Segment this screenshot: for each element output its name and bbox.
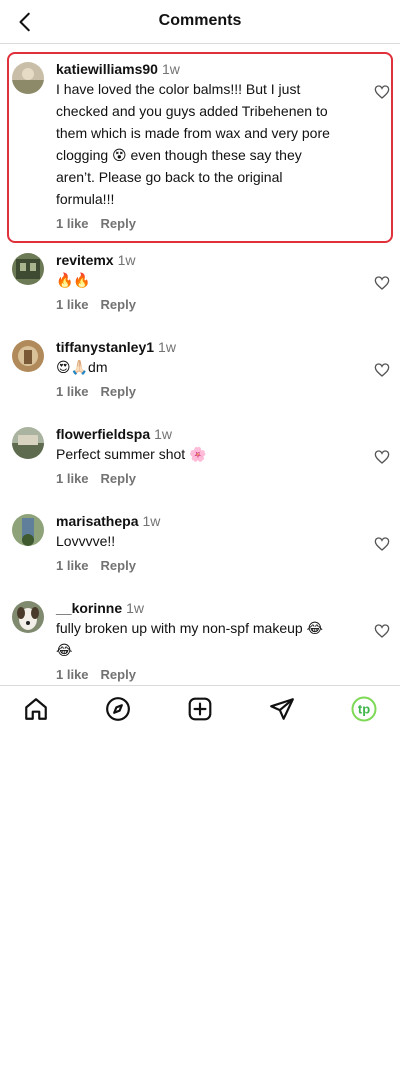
heart-icon[interactable] bbox=[374, 449, 390, 465]
comment-time: 1w bbox=[126, 600, 145, 616]
reply-button[interactable]: Reply bbox=[101, 558, 136, 573]
avatar[interactable] bbox=[12, 340, 44, 372]
comment-text: Lovvvve!! bbox=[56, 533, 116, 549]
comment-username[interactable]: marisathepa bbox=[56, 513, 138, 529]
comment-item: flowerfieldspa 1w Perfect summer shot 🌸 1… bbox=[0, 419, 400, 496]
like-count[interactable]: 1 like bbox=[56, 297, 89, 312]
comment-time: 1w bbox=[117, 252, 136, 268]
heart-icon[interactable] bbox=[374, 536, 390, 552]
comment-text: 😍🙏🏻dm bbox=[56, 359, 108, 375]
comment-item: revitemx 1w 🔥🔥 1 like Reply bbox=[0, 245, 400, 322]
comment-username[interactable]: revitemx bbox=[56, 252, 114, 268]
comment-username[interactable]: flowerfieldspa bbox=[56, 426, 150, 442]
comment-time: 1w bbox=[161, 61, 180, 77]
comment-time: 1w bbox=[158, 339, 176, 355]
bottom-nav: tp bbox=[0, 685, 400, 731]
heart-icon[interactable] bbox=[374, 362, 390, 378]
page-title: Comments bbox=[158, 12, 242, 29]
reply-button[interactable]: Reply bbox=[101, 384, 136, 399]
header: Comments bbox=[0, 0, 400, 44]
comment-time: 1w bbox=[154, 426, 173, 442]
comment-item: katiewilliams90 1w I have loved the color… bbox=[7, 52, 393, 243]
avatar[interactable] bbox=[12, 514, 44, 546]
messages-icon bbox=[270, 698, 294, 720]
reply-button[interactable]: Reply bbox=[101, 471, 136, 486]
comment-item: marisathepa 1w Lovvvve!! 1 like Reply bbox=[0, 506, 400, 583]
heart-icon[interactable] bbox=[374, 275, 390, 291]
svg-text:tp: tp bbox=[358, 702, 370, 717]
reply-button[interactable]: Reply bbox=[101, 216, 136, 231]
avatar[interactable] bbox=[12, 427, 44, 459]
nav-explore[interactable] bbox=[105, 696, 131, 722]
comment-time: 1w bbox=[142, 513, 161, 529]
nav-create[interactable] bbox=[187, 696, 213, 722]
comment-username[interactable]: katiewilliams90 bbox=[56, 61, 158, 77]
like-count[interactable]: 1 like bbox=[56, 558, 89, 573]
comment-text: 🔥🔥 bbox=[56, 272, 91, 288]
reply-button[interactable]: Reply bbox=[101, 297, 136, 312]
comment-username[interactable]: tiffanystanley1 bbox=[56, 339, 154, 355]
avatar[interactable] bbox=[12, 62, 44, 94]
comment-list: katiewilliams90 1w I have loved the color… bbox=[0, 52, 400, 692]
comment-username[interactable]: __korinne bbox=[56, 600, 122, 616]
like-count[interactable]: 1 like bbox=[56, 667, 89, 682]
explore-icon bbox=[106, 697, 130, 721]
reply-button[interactable]: Reply bbox=[101, 667, 136, 682]
avatar[interactable] bbox=[12, 253, 44, 285]
nav-messages[interactable] bbox=[269, 696, 295, 722]
avatar[interactable] bbox=[12, 601, 44, 633]
comment-text: Perfect summer shot 🌸 bbox=[56, 446, 207, 462]
profile-icon: tp bbox=[351, 696, 377, 722]
like-count[interactable]: 1 like bbox=[56, 384, 89, 399]
nav-home[interactable] bbox=[23, 696, 49, 722]
home-icon bbox=[25, 698, 47, 720]
comment-item: tiffanystanley1 1w 😍🙏🏻dm 1 like Reply bbox=[0, 332, 400, 409]
nav-profile[interactable]: tp bbox=[351, 696, 377, 722]
create-icon bbox=[188, 697, 212, 721]
heart-icon[interactable] bbox=[374, 623, 390, 639]
heart-icon[interactable] bbox=[374, 84, 390, 100]
comment-item: __korinne 1w fully broken up with my non-… bbox=[0, 593, 400, 692]
like-count[interactable]: 1 like bbox=[56, 471, 89, 486]
comment-text: fully broken up with my non-spf makeup 😂… bbox=[56, 620, 323, 658]
comment-text: I have loved the color balms!!! But I ju… bbox=[56, 81, 334, 207]
like-count[interactable]: 1 like bbox=[56, 216, 89, 231]
